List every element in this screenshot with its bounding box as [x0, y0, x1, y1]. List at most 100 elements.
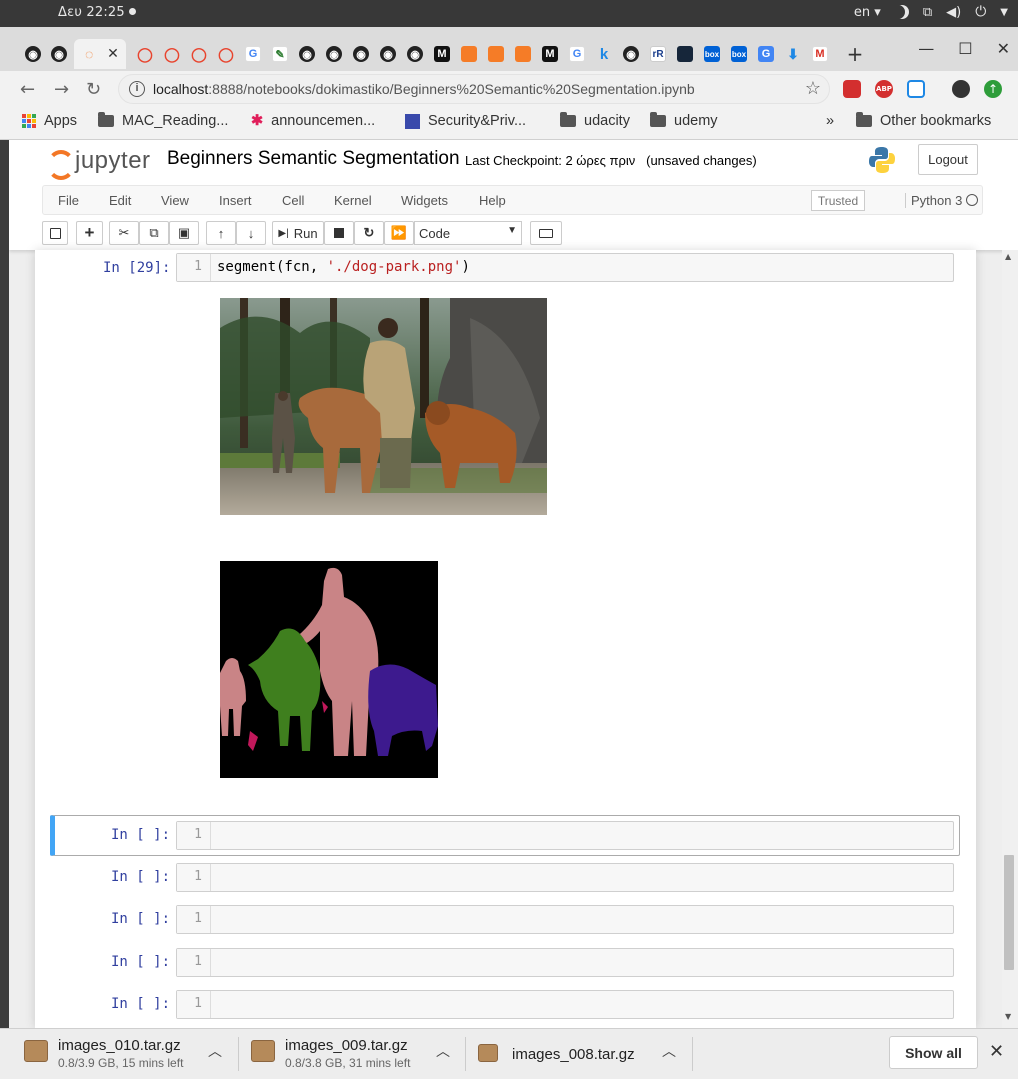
menu-insert[interactable]: Insert: [219, 193, 252, 208]
chevron-up-icon[interactable]: ︿: [436, 1041, 450, 1061]
run-button[interactable]: ▶| Run: [272, 221, 324, 245]
network-icon[interactable]: ⧉: [923, 5, 932, 20]
update-arrow-icon[interactable]: ↑: [984, 80, 1002, 98]
tab-google-2[interactable]: G: [564, 41, 590, 67]
language-indicator[interactable]: en ▾: [854, 5, 881, 20]
tab-close-icon[interactable]: ✕: [107, 46, 119, 62]
extension-red-icon[interactable]: [843, 80, 861, 98]
tab-github-7[interactable]: ◉: [402, 41, 428, 67]
menu-kernel[interactable]: Kernel: [334, 193, 372, 208]
bookmark-security[interactable]: Security&Priv...: [405, 113, 526, 129]
menu-cell[interactable]: Cell: [282, 193, 304, 208]
insert-cell-button[interactable]: +: [76, 221, 103, 245]
volume-icon[interactable]: ◀): [946, 5, 961, 20]
system-menu-arrow-icon[interactable]: ▼: [1000, 7, 1008, 18]
minimize-icon[interactable]: —: [918, 39, 934, 58]
logout-button[interactable]: Logout: [918, 144, 978, 175]
reload-icon[interactable]: ↻: [86, 79, 101, 100]
tab-github-4[interactable]: ◉: [321, 41, 347, 67]
tab-github-6[interactable]: ◉: [375, 41, 401, 67]
cell-type-select[interactable]: Code ▼: [414, 221, 522, 245]
tab-google-1[interactable]: G: [240, 41, 266, 67]
tab-box-5[interactable]: box: [726, 41, 752, 67]
code-cell-input[interactable]: 1: [176, 990, 954, 1019]
bookmark-apps[interactable]: Apps: [22, 113, 77, 129]
new-tab-button[interactable]: +: [842, 41, 868, 67]
back-icon[interactable]: ←: [20, 79, 35, 100]
code-cell-input[interactable]: 1: [176, 948, 954, 977]
scroll-down-icon[interactable]: ▼: [1005, 1012, 1011, 1021]
bookmark-udemy[interactable]: udemy: [650, 112, 718, 129]
command-palette-button[interactable]: [530, 221, 562, 245]
system-clock[interactable]: Δευ 22:25: [58, 5, 136, 20]
tab-github-5[interactable]: ◉: [348, 41, 374, 67]
chevron-up-icon[interactable]: ︿: [208, 1041, 222, 1061]
bookmark-mac-reading[interactable]: MAC_Reading...: [98, 112, 228, 129]
extension-blue-icon[interactable]: [907, 80, 925, 98]
bookmark-udacity[interactable]: udacity: [560, 112, 630, 129]
adblock-icon[interactable]: ABP: [875, 80, 893, 98]
cut-button[interactable]: ✂: [109, 221, 139, 245]
trusted-indicator[interactable]: Trusted: [811, 190, 865, 211]
scroll-up-icon[interactable]: ▲: [1005, 252, 1011, 261]
bookmark-star-icon[interactable]: ☆: [805, 78, 821, 99]
bookmark-other[interactable]: Other bookmarks: [856, 112, 991, 129]
tab-app-1[interactable]: ◯: [132, 41, 158, 67]
menu-view[interactable]: View: [161, 193, 189, 208]
tab-app-2[interactable]: ◯: [159, 41, 185, 67]
address-bar[interactable]: i localhost:8888/notebooks/dokimastiko/B…: [118, 74, 830, 104]
menu-widgets[interactable]: Widgets: [401, 193, 448, 208]
move-up-button[interactable]: ↑: [206, 221, 236, 245]
info-icon[interactable]: i: [129, 81, 145, 97]
save-button[interactable]: [42, 221, 68, 245]
tab-box-2[interactable]: [483, 41, 509, 67]
tab-medium-2[interactable]: M: [537, 41, 563, 67]
menu-help[interactable]: Help: [479, 193, 506, 208]
tab-translate[interactable]: G: [753, 41, 779, 67]
interrupt-button[interactable]: [324, 221, 354, 245]
maximize-icon[interactable]: ☐: [958, 39, 972, 58]
tab-box-1[interactable]: [456, 41, 482, 67]
tab-rr[interactable]: rR: [645, 41, 671, 67]
window-close-icon[interactable]: ✕: [997, 39, 1010, 58]
close-icon[interactable]: ✕: [989, 1041, 1004, 1062]
page-scrollbar[interactable]: ▲ ▼: [1002, 250, 1018, 1028]
copy-button[interactable]: ⧉: [139, 221, 169, 245]
tab-k[interactable]: k: [591, 41, 617, 67]
menu-file[interactable]: File: [58, 193, 79, 208]
tab-github-8[interactable]: ◉: [618, 41, 644, 67]
move-down-button[interactable]: ↓: [236, 221, 266, 245]
power-icon[interactable]: ⏻: [975, 4, 986, 20]
code-cell-input[interactable]: 1: [176, 863, 954, 892]
code-cell-input[interactable]: 1: [176, 905, 954, 934]
menu-edit[interactable]: Edit: [109, 193, 131, 208]
jupyter-logo[interactable]: jupyter: [45, 146, 151, 180]
night-light-icon[interactable]: [895, 5, 909, 19]
show-all-button[interactable]: Show all: [889, 1036, 978, 1069]
tab-colab[interactable]: ✎: [267, 41, 293, 67]
tab-download[interactable]: ⬇: [780, 41, 806, 67]
tab-box-3[interactable]: [510, 41, 536, 67]
forward-icon[interactable]: →: [54, 79, 69, 100]
tab-github-1[interactable]: ◉: [20, 41, 46, 67]
code-cell-input[interactable]: 1 segment(fcn, './dog-park.png'): [176, 253, 954, 282]
tab-gmail[interactable]: M: [807, 41, 833, 67]
notebook-title[interactable]: Beginners Semantic Segmentation: [167, 148, 460, 170]
tab-github-3[interactable]: ◉: [294, 41, 320, 67]
restart-button[interactable]: ↻: [354, 221, 384, 245]
profile-avatar[interactable]: [952, 80, 970, 98]
chevron-up-icon[interactable]: ︿: [662, 1041, 676, 1061]
scrollbar-thumb[interactable]: [1004, 855, 1014, 970]
tab-medium-1[interactable]: M: [429, 41, 455, 67]
paste-button[interactable]: ▣: [169, 221, 199, 245]
tab-github-2[interactable]: ◉: [46, 41, 72, 67]
code-cell-input[interactable]: 1: [176, 821, 954, 850]
tab-dark[interactable]: [672, 41, 698, 67]
tab-box-4[interactable]: box: [699, 41, 725, 67]
tab-jupyter-active[interactable]: ◌ ✕: [74, 39, 126, 69]
tab-app-4[interactable]: ◯: [213, 41, 239, 67]
tab-app-3[interactable]: ◯: [186, 41, 212, 67]
bookmarks-overflow-button[interactable]: »: [826, 113, 834, 129]
bookmark-announcements[interactable]: ✱ announcemen...: [251, 113, 375, 129]
restart-run-all-button[interactable]: ⏩: [384, 221, 414, 245]
